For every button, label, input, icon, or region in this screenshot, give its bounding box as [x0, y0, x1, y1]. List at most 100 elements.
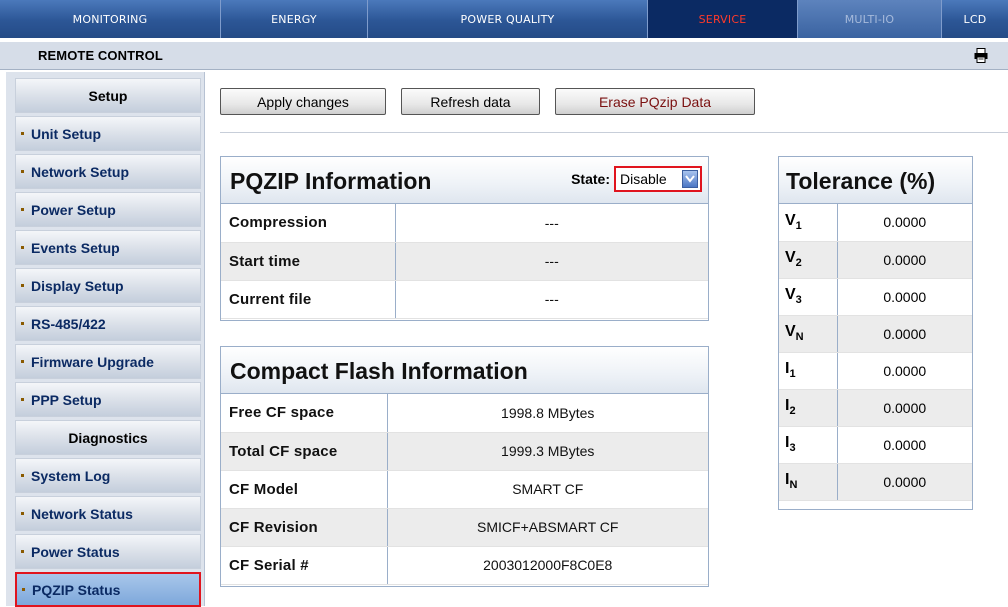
subscript: 2	[795, 257, 802, 270]
row-key: V1	[779, 204, 838, 242]
row-key: Compression	[221, 204, 396, 243]
tolerance-title: Tolerance (%)	[786, 168, 936, 194]
panel-header: Tolerance (%)	[779, 157, 972, 204]
row-value: 0.0000	[837, 352, 972, 390]
tab-multi-io: MULTI-IO	[798, 0, 942, 38]
tab-service[interactable]: SERVICE	[648, 0, 798, 38]
sidebar-item-ppp-setup[interactable]: PPP Setup	[15, 382, 201, 417]
refresh-data-button[interactable]: Refresh data	[401, 88, 540, 115]
table-row: CF Model SMART CF	[221, 470, 708, 509]
sidebar-item-system-log[interactable]: System Log	[15, 458, 201, 493]
sidebar-item-network-status[interactable]: Network Status	[15, 496, 201, 531]
sidebar-item-label: Unit Setup	[31, 125, 101, 142]
sidebar-item-label: PQZIP Status	[32, 581, 121, 598]
sidebar-heading-setup: Setup	[15, 78, 201, 113]
sidebar-item-label: Power Setup	[31, 201, 116, 218]
panel-header: Compact Flash Information	[221, 347, 708, 394]
sidebar-item-power-setup[interactable]: Power Setup	[15, 192, 201, 227]
sidebar-item-display-setup[interactable]: Display Setup	[15, 268, 201, 303]
tab-energy[interactable]: ENERGY	[221, 0, 368, 38]
tab-monitoring[interactable]: MONITORING	[0, 0, 221, 38]
row-value: SMART CF	[387, 470, 708, 509]
sidebar-item-unit-setup[interactable]: Unit Setup	[15, 116, 201, 151]
row-key: Total CF space	[221, 432, 388, 471]
row-value: 0.0000	[837, 204, 972, 242]
tolerance-table: V1 0.0000 V2 0.0000 V3 0.0000 VN 0.0000 I1 0.…	[779, 204, 972, 501]
sidebar-item-label: Network Setup	[31, 163, 130, 180]
subscript: 1	[789, 368, 796, 381]
pqzip-info-panel: PQZIP Information State: Disable Compres…	[220, 156, 709, 321]
table-row: IN 0.0000	[779, 463, 972, 501]
state-select[interactable]: Disable	[614, 166, 702, 192]
apply-changes-button[interactable]: Apply changes	[220, 88, 386, 115]
sidebar-item-label: Network Status	[31, 505, 133, 522]
state-label: State:	[571, 171, 610, 187]
row-key: V2	[779, 241, 838, 279]
state-select-value: Disable	[620, 171, 667, 187]
pqzip-info-table: Compression --- Start time --- Current fil…	[221, 204, 708, 319]
row-key: CF Serial #	[221, 546, 388, 585]
bullet-icon	[22, 588, 25, 591]
bullet-icon	[21, 246, 24, 249]
tab-power-quality[interactable]: POWER QUALITY	[368, 0, 648, 38]
table-row: VN 0.0000	[779, 315, 972, 353]
table-row: V1 0.0000	[779, 204, 972, 242]
row-key: I1	[779, 352, 838, 390]
sidebar-heading-label: Setup	[88, 87, 128, 104]
row-key: CF Model	[221, 470, 388, 509]
sidebar-item-label: PPP Setup	[31, 391, 102, 408]
row-value: 0.0000	[837, 426, 972, 464]
sidebar-item-label: System Log	[31, 467, 111, 484]
symbol: V	[785, 212, 796, 230]
sidebar-item-pqzip-status[interactable]: PQZIP Status	[15, 572, 201, 607]
bullet-icon	[21, 550, 24, 553]
bullet-icon	[21, 512, 24, 515]
table-row: I1 0.0000	[779, 352, 972, 390]
row-key: I2	[779, 389, 838, 427]
sidebar-item-firmware-upgrade[interactable]: Firmware Upgrade	[15, 344, 201, 379]
sidebar-heading-label: Diagnostics	[68, 429, 148, 446]
top-nav: MONITORING ENERGY POWER QUALITY SERVICE …	[0, 0, 1008, 38]
page-title: REMOTE CONTROL	[38, 48, 163, 63]
sidebar-item-network-setup[interactable]: Network Setup	[15, 154, 201, 189]
symbol: V	[785, 286, 796, 304]
cf-info-table: Free CF space 1998.8 MBytes Total CF spac…	[221, 394, 708, 585]
sidebar-item-label: RS-485/422	[31, 315, 106, 332]
bullet-icon	[21, 360, 24, 363]
row-value: 0.0000	[837, 278, 972, 316]
pqzip-info-title: PQZIP Information	[230, 168, 432, 194]
bullet-icon	[21, 208, 24, 211]
printer-icon[interactable]	[974, 48, 988, 63]
row-key: V3	[779, 278, 838, 316]
erase-pqzip-data-button[interactable]: Erase PQzip Data	[555, 88, 755, 115]
row-key: Current file	[221, 280, 396, 319]
row-value: SMICF+ABSMART CF	[387, 508, 708, 547]
sidebar-item-rs-485-422[interactable]: RS-485/422	[15, 306, 201, 341]
bullet-icon	[21, 398, 24, 401]
title-bar: REMOTE CONTROL	[0, 42, 1008, 70]
table-row: Compression ---	[221, 204, 708, 243]
chevron-down-icon[interactable]	[682, 170, 698, 188]
bullet-icon	[21, 170, 24, 173]
row-value: 2003012000F8C0E8	[387, 546, 708, 585]
table-row: Free CF space 1998.8 MBytes	[221, 394, 708, 433]
divider	[220, 132, 1008, 133]
sidebar-item-power-status[interactable]: Power Status	[15, 534, 201, 569]
row-value: ---	[395, 280, 708, 319]
subscript: 3	[795, 294, 802, 307]
subscript: 2	[789, 405, 796, 418]
subscript: 3	[789, 442, 796, 455]
bullet-icon	[21, 284, 24, 287]
tab-lcd[interactable]: LCD	[942, 0, 1008, 38]
cf-info-title: Compact Flash Information	[230, 358, 528, 384]
row-value: 0.0000	[837, 389, 972, 427]
table-row: Current file ---	[221, 280, 708, 319]
sidebar-item-label: Events Setup	[31, 239, 120, 256]
table-row: Total CF space 1999.3 MBytes	[221, 432, 708, 471]
subscript: N	[795, 331, 804, 344]
table-row: CF Revision SMICF+ABSMART CF	[221, 508, 708, 547]
state-control: State: Disable	[571, 166, 702, 192]
row-value: 1999.3 MBytes	[387, 432, 708, 471]
sidebar-item-events-setup[interactable]: Events Setup	[15, 230, 201, 265]
row-key: IN	[779, 463, 838, 501]
